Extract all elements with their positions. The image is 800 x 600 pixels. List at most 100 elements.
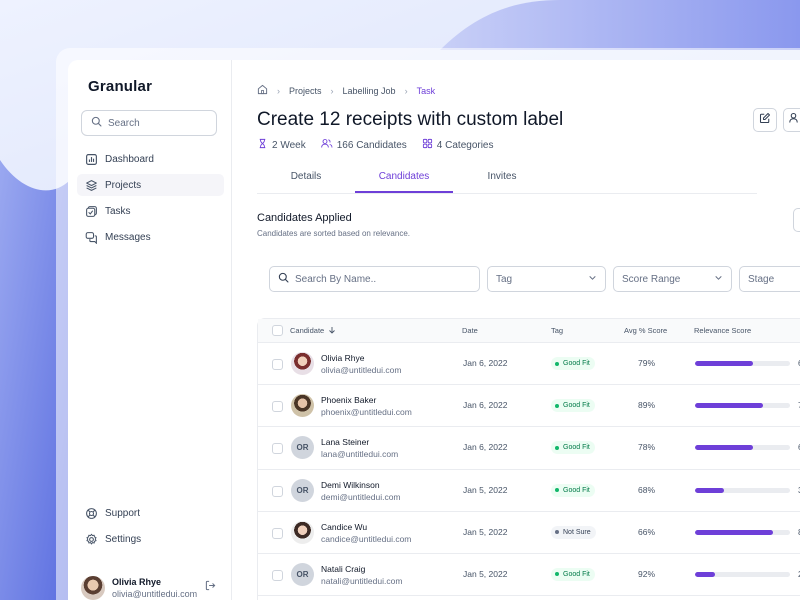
score-range-select[interactable]: Score Range: [613, 266, 732, 292]
row-checkbox[interactable]: [272, 527, 283, 539]
add-user-button[interactable]: [783, 108, 800, 132]
logout-icon[interactable]: [205, 578, 216, 596]
avatar: [291, 394, 314, 418]
breadcrumb-projects[interactable]: Projects: [289, 86, 322, 96]
grid-icon: [422, 138, 437, 152]
row-checkbox[interactable]: [272, 443, 283, 455]
avg-score-cell: 66%: [638, 526, 656, 537]
tag-badge: Good Fit: [551, 357, 595, 370]
sidebar-item-messages[interactable]: Messages: [77, 226, 224, 248]
relevance-bar: [695, 529, 790, 535]
stage-select[interactable]: Stage: [739, 266, 800, 292]
tag-badge: Good Fit: [551, 441, 595, 455]
users-icon: [320, 138, 337, 152]
gear-icon: [84, 532, 98, 546]
user-name: Olivia Rhye: [112, 577, 162, 587]
header-relevance-score[interactable]: Relevance Score: [694, 326, 751, 335]
tab-details[interactable]: Details: [257, 164, 355, 193]
relevance-bar-fill: [695, 571, 715, 577]
sidebar-item-tasks[interactable]: Tasks: [77, 200, 224, 222]
candidate-name: Demi Wilkinson: [321, 479, 380, 490]
categories-meta: 4 Categories: [422, 138, 494, 152]
candidate-cell[interactable]: Olivia Rhye olivia@untitledui.com: [321, 352, 401, 376]
page-title: Create 12 receipts with custom label: [257, 109, 564, 130]
sidebar-item-dashboard[interactable]: Dashboard: [77, 148, 224, 170]
candidate-cell[interactable]: Candice Wu candice@untitledui.com: [321, 521, 411, 545]
candidate-email: olivia@untitledui.com: [321, 365, 402, 375]
row-checkbox[interactable]: [272, 569, 283, 581]
bar-chart-icon: [84, 152, 98, 166]
sidebar-item-projects[interactable]: Projects: [77, 174, 224, 196]
avg-score-cell: 68%: [638, 484, 656, 495]
sidebar: Granular Search Dashboard Projects Tasks…: [68, 60, 232, 600]
table-row[interactable]: OR Natali Craig natali@untitledui.com Jan 5…: [258, 554, 800, 597]
chevron-right-icon: ›: [277, 85, 280, 96]
relevance-bar: [695, 445, 790, 451]
header-avg-score[interactable]: Avg % Score: [624, 326, 667, 335]
table-row[interactable]: OR Lana Steiner lana@untitledui.com Jan 6, …: [258, 427, 800, 470]
tab-invites[interactable]: Invites: [453, 164, 551, 193]
relevance-bar: [695, 571, 790, 577]
avg-score-cell: 92%: [638, 568, 656, 579]
sidebar-bottom-nav: Support Settings: [77, 502, 224, 554]
header-tag[interactable]: Tag: [551, 326, 563, 335]
sidebar-item-label: Projects: [105, 179, 142, 191]
edit-button[interactable]: [753, 108, 777, 132]
avatar: [81, 576, 105, 600]
status-dot-icon: [555, 445, 559, 450]
user-profile[interactable]: Olivia Rhye olivia@untitledui.com: [81, 576, 221, 600]
candidate-name: Olivia Rhye: [321, 353, 365, 363]
row-checkbox[interactable]: [272, 485, 283, 497]
section-title: Candidates Applied: [257, 212, 352, 224]
duration-meta: 2 Week: [257, 138, 306, 152]
name-search-input[interactable]: Search By Name..: [269, 266, 480, 292]
candidate-name: Phoenix Baker: [321, 395, 377, 406]
row-checkbox[interactable]: [272, 359, 283, 370]
row-checkbox[interactable]: [272, 401, 283, 413]
table-row[interactable]: OR Demi Wilkinson demi@untitledui.com Jan 5…: [258, 470, 800, 512]
tag-badge: Good Fit: [551, 399, 595, 413]
sidebar-search-input[interactable]: Search: [81, 110, 217, 136]
main-content: › Projects › Labelling Job › Task Create…: [232, 60, 800, 600]
section-action-button[interactable]: [793, 208, 800, 232]
candidate-email: candice@untitledui.com: [321, 533, 412, 544]
header-date[interactable]: Date: [462, 326, 478, 335]
table-body: Olivia Rhye olivia@untitledui.com Jan 6, 2…: [258, 343, 800, 597]
relevance-bar: [695, 487, 790, 493]
table-row[interactable]: Olivia Rhye olivia@untitledui.com Jan 6, 2…: [258, 343, 800, 386]
candidate-cell[interactable]: Phoenix Baker phoenix@untitledui.com: [321, 394, 412, 418]
header-candidate[interactable]: Candidate: [290, 326, 336, 335]
candidate-cell[interactable]: Demi Wilkinson demi@untitledui.com: [321, 479, 401, 503]
relevance-bar-fill: [695, 529, 773, 535]
chevron-down-icon: [714, 273, 723, 285]
sidebar-item-support[interactable]: Support: [77, 502, 224, 524]
avg-score-cell: 78%: [638, 442, 656, 453]
candidate-cell[interactable]: Natali Craig natali@untitledui.com: [321, 563, 402, 587]
sidebar-item-label: Support: [105, 507, 141, 519]
user-icon: [789, 111, 800, 129]
candidate-cell[interactable]: Lana Steiner lana@untitledui.com: [321, 436, 398, 460]
breadcrumb-task[interactable]: Task: [417, 86, 436, 96]
candidate-name: Lana Steiner: [321, 437, 370, 448]
date-cell: Jan 6, 2022: [463, 358, 508, 368]
tag-select[interactable]: Tag: [487, 266, 606, 292]
tab-candidates[interactable]: Candidates: [355, 164, 453, 193]
relevance-bar-fill: [695, 487, 725, 493]
breadcrumb-labelling-job[interactable]: Labelling Job: [343, 86, 396, 96]
filter-bar: Search By Name.. Tag Score Range Stage: [269, 266, 800, 292]
sidebar-item-label: Tasks: [105, 205, 131, 217]
select-all-checkbox[interactable]: [272, 325, 283, 336]
avatar: OR: [291, 436, 314, 460]
sidebar-item-settings[interactable]: Settings: [77, 528, 224, 550]
sidebar-search-placeholder: Search: [108, 117, 140, 129]
home-icon[interactable]: [257, 84, 268, 97]
relevance-bar-fill: [695, 403, 764, 409]
messages-icon: [84, 230, 98, 244]
table-header: Candidate Date Tag Avg % Score Relevance…: [258, 319, 800, 343]
sidebar-item-label: Settings: [105, 533, 142, 545]
candidates-table: Candidate Date Tag Avg % Score Relevance…: [257, 318, 800, 600]
name-search-placeholder: Search By Name..: [295, 273, 377, 285]
table-row[interactable]: Candice Wu candice@untitledui.com Jan 5, 2…: [258, 512, 800, 554]
table-row[interactable]: Phoenix Baker phoenix@untitledui.com Jan 6…: [258, 385, 800, 428]
candidate-name: Natali Craig: [321, 563, 366, 574]
